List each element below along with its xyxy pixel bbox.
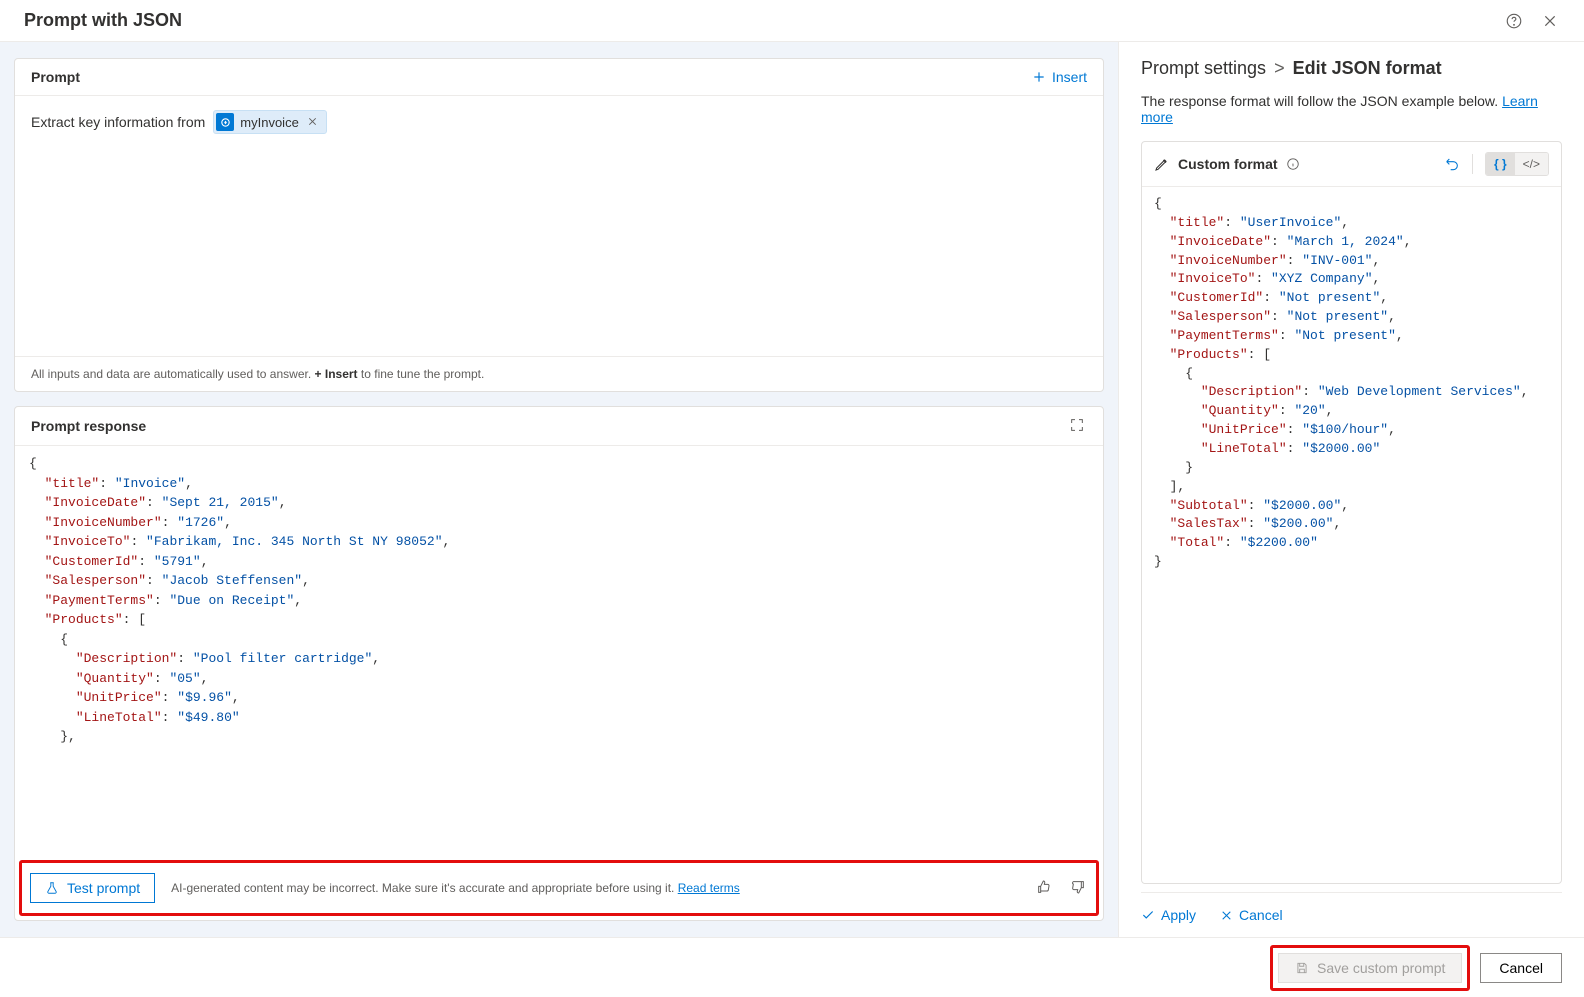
dialog-footer: Save custom prompt Cancel [0,937,1584,997]
cancel-button[interactable]: Cancel [1480,953,1562,983]
val-title: "Invoice" [115,476,185,491]
breadcrumb: Prompt settings > Edit JSON format [1141,58,1562,79]
chip-label: myInvoice [240,115,299,130]
x-icon [1220,909,1233,922]
response-panel: Prompt response { "title": "Invoice", "I… [14,406,1104,921]
response-footer-highlighted: Test prompt AI-generated content may be … [19,860,1099,916]
custom-format-editor[interactable]: { "title": "UserInvoice", "InvoiceDate":… [1142,187,1561,883]
settings-panel: Prompt settings > Edit JSON format The r… [1118,42,1584,937]
prompt-text: Extract key information from [31,114,205,130]
ai-disclaimer: AI-generated content may be incorrect. M… [171,881,1020,895]
breadcrumb-root[interactable]: Prompt settings [1141,58,1266,79]
response-panel-title: Prompt response [31,418,146,434]
dialog-title: Prompt with JSON [24,10,182,31]
json-view-icon[interactable]: { } [1486,153,1515,175]
flask-icon [45,881,59,895]
settings-actions: Apply Cancel [1141,892,1562,937]
plus-icon [1032,70,1046,84]
read-terms-link[interactable]: Read terms [678,881,740,895]
undo-icon[interactable] [1444,155,1460,174]
save-custom-prompt-button[interactable]: Save custom prompt [1278,953,1462,983]
chip-remove-icon[interactable] [305,115,320,130]
cancel-inline-button[interactable]: Cancel [1220,907,1283,923]
prompt-panel: Prompt Insert Extract key information fr… [14,58,1104,392]
save-button-highlighted: Save custom prompt [1270,945,1470,991]
apply-button[interactable]: Apply [1141,907,1196,923]
custom-format-box: Custom format { } </> { "title": "UserIn… [1141,141,1562,884]
thumbs-down-icon[interactable] [1070,879,1088,897]
test-prompt-button[interactable]: Test prompt [30,873,155,903]
document-icon [216,113,234,131]
response-json-output: { "title": "Invoice", "InvoiceDate": "Se… [15,446,1103,856]
view-toggle[interactable]: { } </> [1485,152,1549,176]
prompt-hint: All inputs and data are automatically us… [15,356,1103,391]
breadcrumb-current: Edit JSON format [1293,58,1442,79]
prompt-panel-title: Prompt [31,69,80,85]
left-column: Prompt Insert Extract key information fr… [0,42,1118,937]
check-icon [1141,908,1155,922]
input-chip-myinvoice[interactable]: myInvoice [213,110,327,134]
save-icon [1295,961,1309,975]
code-view-icon[interactable]: </> [1515,153,1548,175]
info-icon[interactable] [1286,157,1300,171]
close-icon[interactable] [1540,11,1560,31]
settings-description: The response format will follow the JSON… [1141,93,1562,125]
dialog-header: Prompt with JSON [0,0,1584,42]
edit-icon [1154,156,1170,172]
help-icon[interactable] [1504,11,1524,31]
thumbs-up-icon[interactable] [1036,879,1054,897]
format-label: Custom format [1178,156,1278,172]
prompt-input-area[interactable]: Extract key information from myInvoice [15,96,1103,356]
insert-button[interactable]: Insert [1032,69,1087,85]
expand-icon[interactable] [1069,417,1087,435]
